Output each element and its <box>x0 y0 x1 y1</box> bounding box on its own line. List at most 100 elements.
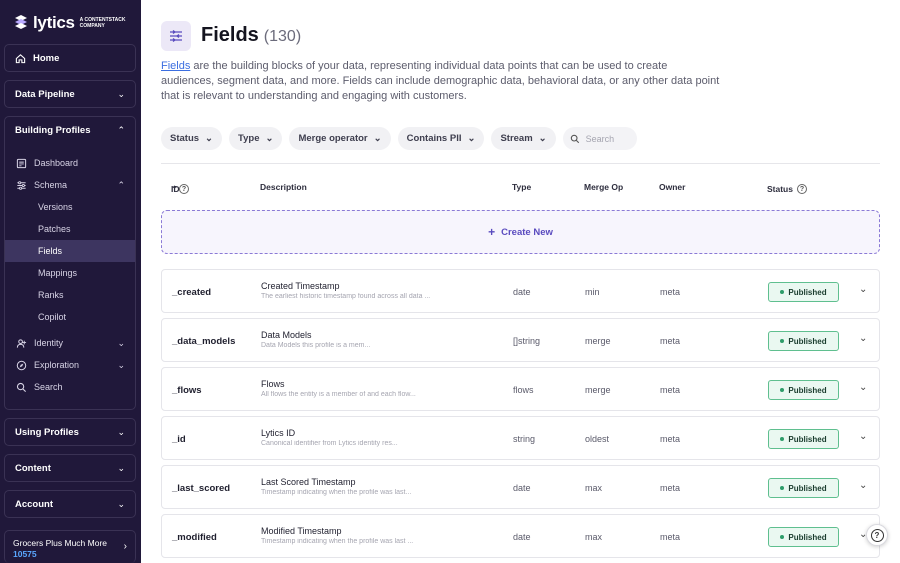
question-icon: ? <box>870 528 884 542</box>
filter-type[interactable]: Type ⌄ <box>229 127 283 150</box>
page-description-text: are the building blocks of your data, re… <box>161 60 720 102</box>
chevron-down-icon: ⌄ <box>117 462 125 473</box>
field-merge-op: oldest <box>585 434 610 444</box>
nav-exploration[interactable]: Exploration ⌄ <box>5 354 135 376</box>
nav-card-account: Account ⌄ <box>4 490 136 518</box>
chevron-down-icon: ⌄ <box>538 133 547 144</box>
nav-account-label: Account <box>15 498 53 510</box>
search-icon <box>570 134 580 144</box>
account-name: Grocers Plus Much More <box>13 538 107 548</box>
field-owner: meta <box>660 287 681 297</box>
nav-search-label: Search <box>34 382 63 392</box>
nav-ranks[interactable]: Ranks <box>5 284 135 306</box>
field-merge-op: merge <box>585 336 611 346</box>
table-row[interactable]: _id Lytics ID Canonical identifier from … <box>161 416 880 460</box>
status-dot-icon <box>780 535 785 539</box>
nav-card-using-profiles: Using Profiles ⌄ <box>4 418 136 446</box>
nav-home-label: Home <box>33 52 60 64</box>
fields-docs-link[interactable]: Fields <box>161 60 190 72</box>
expand-chevron-icon[interactable]: ⌄ <box>859 431 867 442</box>
chevron-down-icon: ⌄ <box>117 426 125 437</box>
header-status-label: Status <box>767 184 793 194</box>
nav-building-profiles[interactable]: Building Profiles ⌃ <box>5 117 135 143</box>
brand-logo[interactable]: lytics A CONTENTSTACK COMPANY <box>12 13 130 33</box>
field-name: Data Models <box>261 330 312 340</box>
field-id: _last_scored <box>172 483 231 494</box>
nav-identity-label: Identity <box>34 338 64 348</box>
table-row[interactable]: _flows Flows All flows the entity is a m… <box>161 367 880 411</box>
filter-type-label: Type <box>238 133 260 144</box>
nav-search[interactable]: Search <box>5 376 135 398</box>
nav-patches[interactable]: Patches <box>5 218 135 240</box>
nav-account[interactable]: Account ⌄ <box>5 491 135 517</box>
field-type: []string <box>513 336 541 346</box>
nav-fields[interactable]: Fields <box>5 240 135 262</box>
expand-chevron-icon[interactable]: ⌄ <box>859 480 867 491</box>
status-dot-icon <box>780 388 785 392</box>
field-id: _created <box>172 287 212 298</box>
chevron-down-icon: ⌄ <box>265 133 274 144</box>
nav-card-building-profiles: Building Profiles ⌃ Dashboard Schema ⌃ V… <box>4 116 136 410</box>
help-icon[interactable]: ? <box>797 184 807 194</box>
expand-chevron-icon[interactable]: ⌄ <box>859 382 867 393</box>
page-title-text: Fields <box>201 24 259 46</box>
field-owner: meta <box>660 336 681 346</box>
create-new-button[interactable]: + Create New <box>161 210 880 254</box>
nav-identity[interactable]: Identity ⌄ <box>5 332 135 354</box>
search-input[interactable] <box>585 133 636 144</box>
nav-copilot[interactable]: Copilot <box>5 306 135 328</box>
nav-versions[interactable]: Versions <box>5 196 135 218</box>
chevron-down-icon: ⌄ <box>117 337 125 348</box>
status-badge-label: Published <box>788 336 827 346</box>
sort-asc-icon: ⌃ <box>171 184 179 194</box>
help-icon[interactable]: ? <box>179 184 189 194</box>
account-switcher[interactable]: Grocers Plus Much More 10575 › <box>4 530 136 563</box>
field-type: flows <box>513 385 534 395</box>
nav-data-pipeline-label: Data Pipeline <box>15 88 75 100</box>
field-description: Timestamp indicating when the profile wa… <box>261 489 412 496</box>
chevron-down-icon: ⌄ <box>117 498 125 509</box>
dashboard-icon <box>15 157 28 170</box>
nav-content-label: Content <box>15 462 51 474</box>
field-name: Last Scored Timestamp <box>261 477 356 487</box>
status-badge: Published <box>768 478 839 498</box>
page-description: Fields are the building blocks of your d… <box>161 59 721 104</box>
help-button[interactable]: ? <box>866 524 888 546</box>
field-count: (130) <box>263 28 302 45</box>
nav-card-content: Content ⌄ <box>4 454 136 482</box>
nav-dashboard[interactable]: Dashboard <box>5 152 135 174</box>
fields-icon <box>161 21 191 51</box>
create-new-label: Create New <box>501 226 553 238</box>
status-badge: Published <box>768 380 839 400</box>
filter-status[interactable]: Status ⌄ <box>161 127 223 150</box>
expand-chevron-icon[interactable]: ⌄ <box>859 333 867 344</box>
nav-home[interactable]: Home <box>5 45 135 71</box>
field-id: _modified <box>172 532 217 543</box>
filter-merge-operator[interactable]: Merge operator ⌄ <box>289 127 391 150</box>
header-description: Description <box>260 182 307 192</box>
header-merge-op: Merge Op <box>584 182 624 192</box>
nav-data-pipeline[interactable]: Data Pipeline ⌄ <box>5 81 135 107</box>
status-badge: Published <box>768 527 839 547</box>
table-row[interactable]: _last_scored Last Scored Timestamp Times… <box>161 465 880 509</box>
brand-subtitle: A CONTENTSTACK COMPANY <box>79 17 126 29</box>
nav-content[interactable]: Content ⌄ <box>5 455 135 481</box>
account-id: 10575 <box>13 549 37 559</box>
field-id: _id <box>172 434 186 445</box>
filter-contains-pii[interactable]: Contains PII ⌄ <box>397 127 485 150</box>
status-badge: Published <box>768 282 839 302</box>
table-row[interactable]: _created Created Timestamp The earliest … <box>161 269 880 313</box>
nav-mappings[interactable]: Mappings <box>5 262 135 284</box>
nav-using-profiles[interactable]: Using Profiles ⌄ <box>5 419 135 445</box>
nav-dashboard-label: Dashboard <box>34 158 79 168</box>
expand-chevron-icon[interactable]: ⌄ <box>859 284 867 295</box>
chevron-up-icon: ⌃ <box>117 124 125 135</box>
field-description: All flows the entity is a member of and … <box>261 391 416 398</box>
chevron-down-icon: ⌄ <box>117 88 125 99</box>
nav-schema[interactable]: Schema ⌃ <box>5 174 135 196</box>
filter-stream[interactable]: Stream ⌄ <box>491 127 556 150</box>
table-row[interactable]: _data_models Data Models Data Models thi… <box>161 318 880 362</box>
lytics-logo-icon <box>15 15 27 29</box>
main-content: Fields (130) Fields are the building bloc… <box>141 0 900 563</box>
table-row[interactable]: _modified Modified Timestamp Timestamp i… <box>161 514 880 558</box>
